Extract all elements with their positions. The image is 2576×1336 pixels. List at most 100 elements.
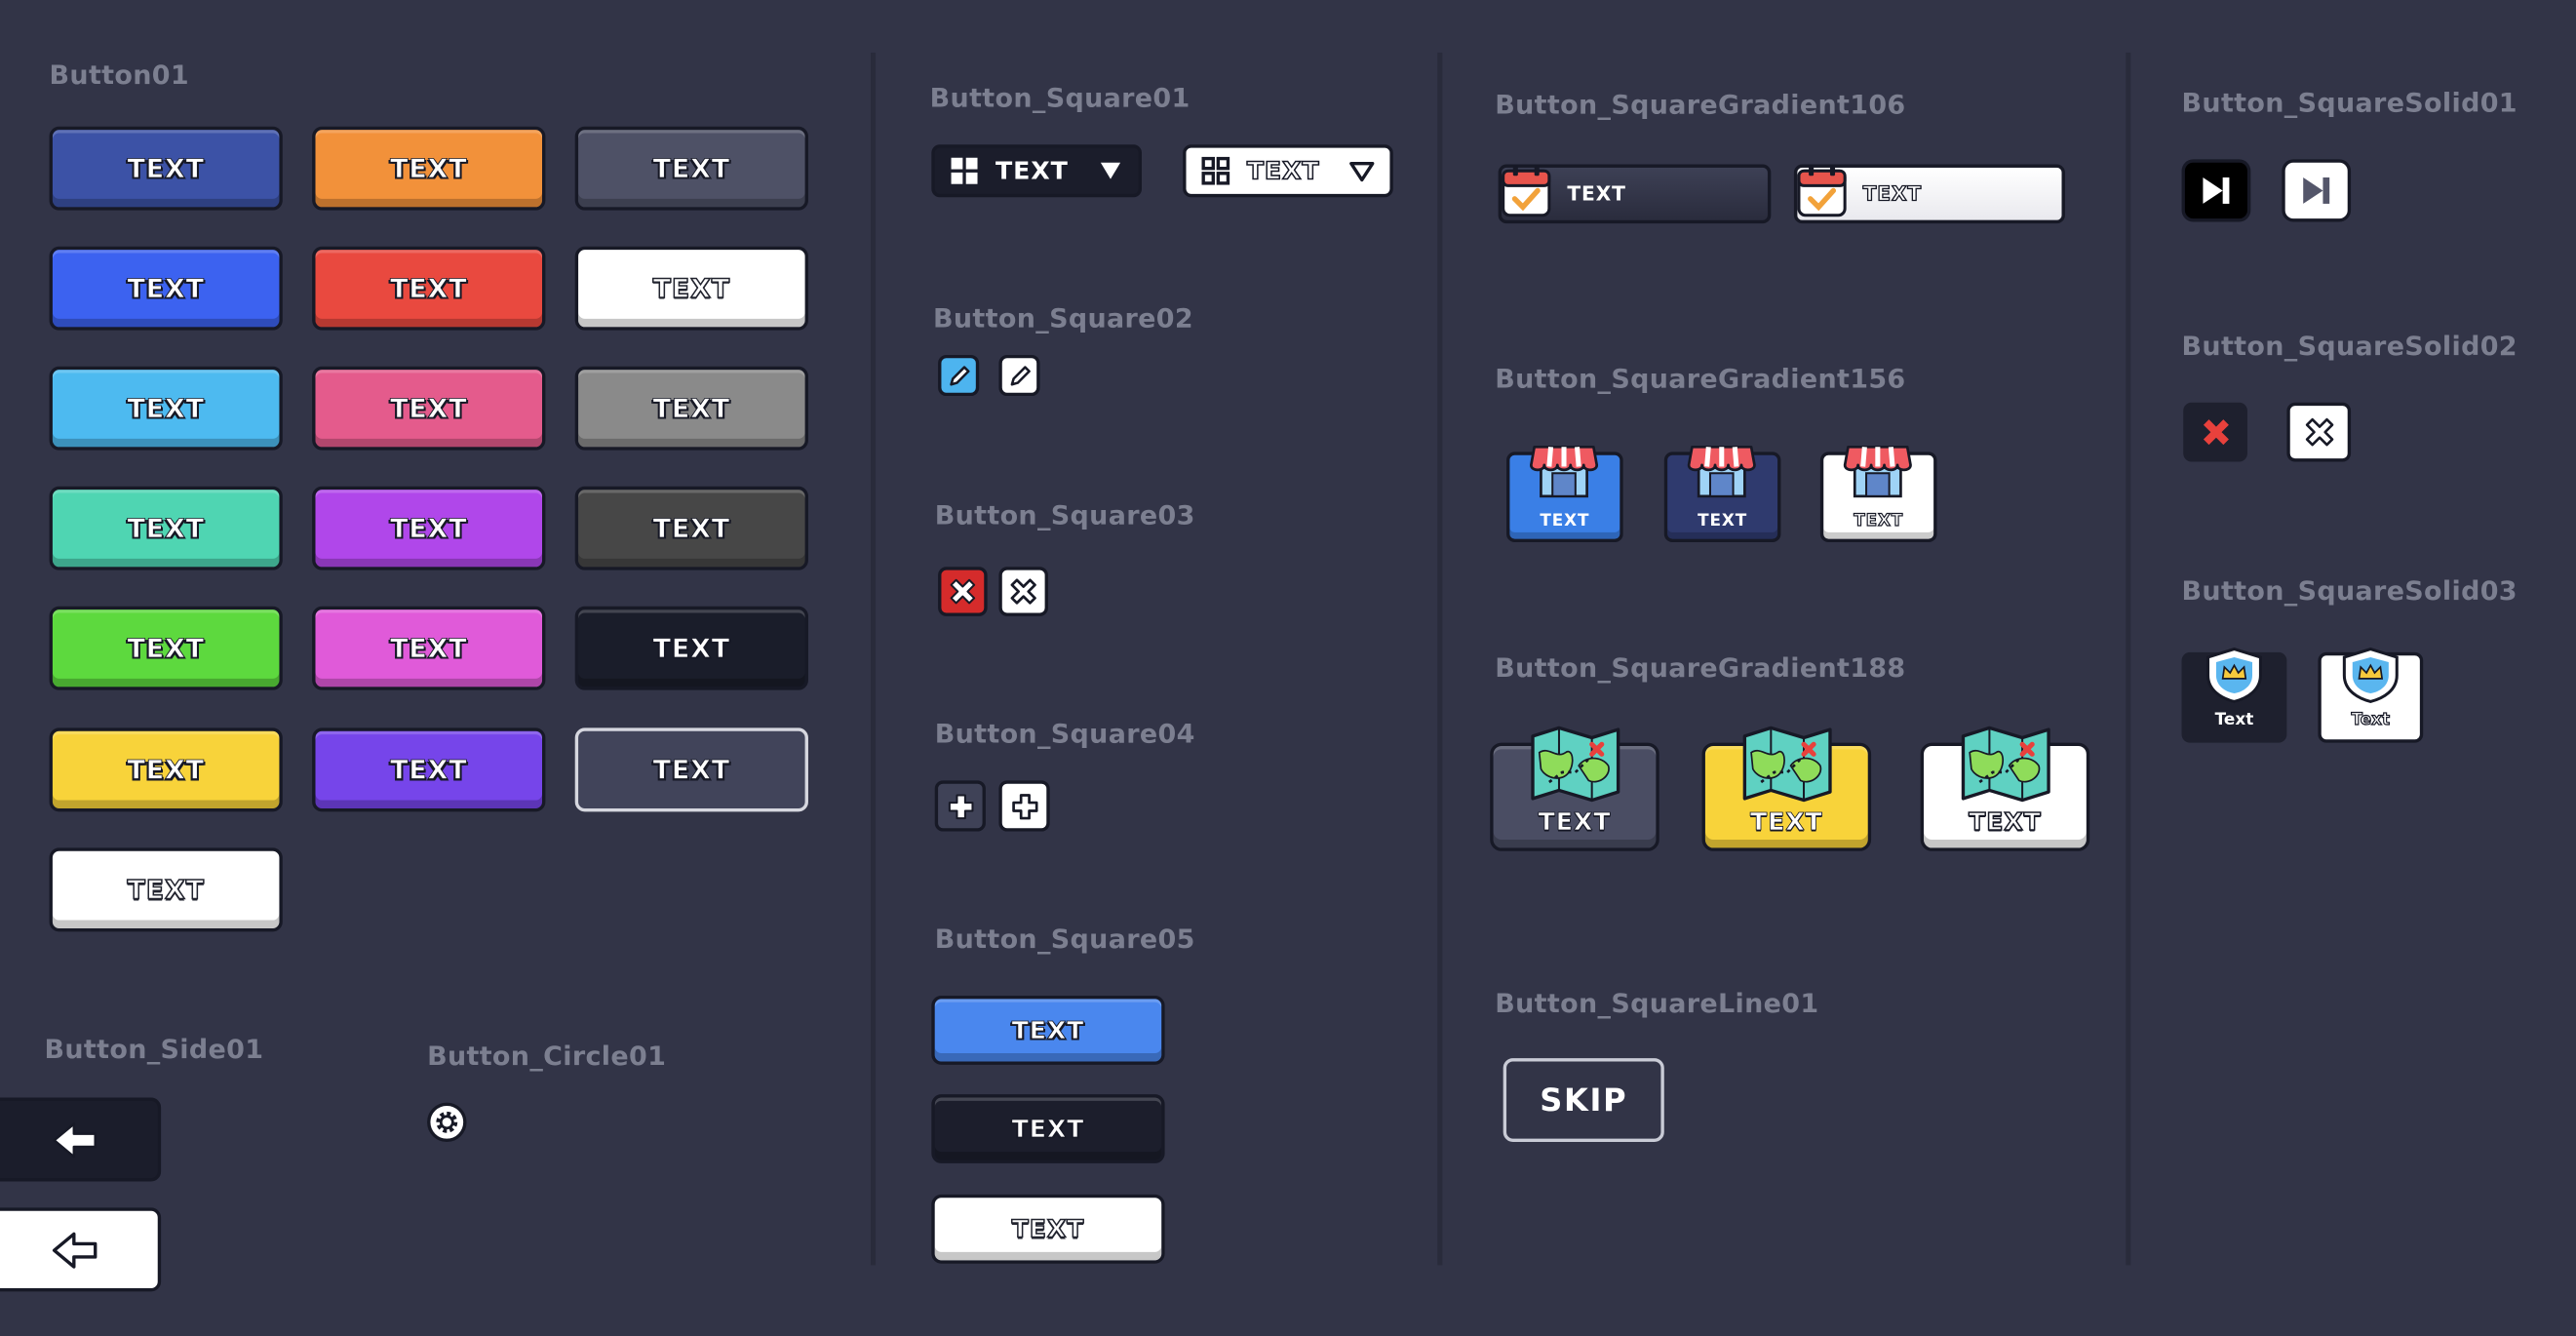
button-label: TEXT [390, 392, 468, 424]
close-button-solid-light[interactable] [2286, 402, 2352, 462]
close-button-red[interactable] [938, 567, 988, 616]
treasure-map-icon [1961, 726, 2050, 803]
button-label: TEXT [1862, 181, 1923, 206]
triangle-down-icon [1100, 162, 1121, 179]
button-label: TEXT [1567, 182, 1626, 206]
text-button-red[interactable]: TEXT [312, 246, 546, 331]
text-button-violet[interactable]: TEXT [312, 486, 546, 570]
skip-button[interactable]: SKIP [1503, 1058, 1664, 1143]
button-label: TEXT [652, 512, 731, 544]
shield-crown-icon [2205, 647, 2262, 704]
plus-icon [948, 793, 973, 819]
section-title-solid02: Button_SquareSolid02 [2181, 330, 2517, 362]
treasure-map-icon [1531, 726, 1620, 803]
text-button-white[interactable]: TEXT [49, 847, 283, 932]
text-button-sky[interactable]: TEXT [49, 366, 283, 451]
column-divider [1437, 52, 1443, 1266]
text-button-pink[interactable]: TEXT [312, 366, 546, 451]
skip-forward-icon [2303, 177, 2330, 204]
triangle-down-icon [1349, 161, 1375, 181]
section-title-circle01: Button_Circle01 [427, 1040, 667, 1072]
button-label: TEXT [127, 512, 205, 544]
grid-icon [1201, 156, 1230, 185]
text-button-white[interactable]: TEXT [931, 1194, 1165, 1264]
section-title-square03: Button_Square03 [934, 499, 1195, 531]
skip-forward-button-dark[interactable] [2181, 159, 2251, 222]
pencil-icon [949, 365, 969, 385]
section-title-solid03: Button_SquareSolid03 [2181, 574, 2517, 607]
skip-forward-button-light[interactable] [2282, 159, 2352, 222]
button-label: TEXT [390, 152, 468, 184]
button-label: TEXT [127, 754, 205, 786]
text-button-charcoal[interactable]: TEXT [574, 486, 808, 570]
dropdown-label: TEXT [995, 156, 1069, 186]
text-button-dark-navy[interactable]: TEXT [49, 126, 283, 211]
section-title-solid01: Button_SquareSolid01 [2181, 87, 2517, 119]
circle-settings-button[interactable] [427, 1102, 467, 1143]
button-label: TEXT [390, 754, 468, 786]
close-button-white[interactable] [998, 567, 1048, 616]
calendar-check-icon [1502, 166, 1551, 217]
side-back-button-dark[interactable] [0, 1097, 162, 1182]
close-button-solid-dark[interactable] [2183, 402, 2247, 462]
close-x-icon [2203, 419, 2229, 446]
button-label: TEXT [1011, 1213, 1085, 1244]
button-label: Text [2351, 711, 2391, 730]
button-label: TEXT [127, 392, 205, 424]
add-button-dark[interactable] [934, 780, 986, 832]
shop-icon-holder [1528, 437, 1600, 509]
section-title-button01: Button01 [49, 59, 190, 91]
text-button-orange[interactable]: TEXT [312, 126, 546, 211]
text-button-yellow[interactable]: TEXT [49, 727, 283, 812]
section-title-gradient156: Button_SquareGradient156 [1495, 363, 1906, 395]
edit-button-white[interactable] [998, 354, 1040, 397]
add-button-white[interactable] [998, 780, 1050, 832]
button-label: TEXT [390, 512, 468, 544]
edit-button-blue[interactable] [938, 354, 980, 397]
map-icon-holder [1526, 723, 1624, 811]
side-back-button-light[interactable] [0, 1207, 162, 1292]
shop-icon-holder [1686, 437, 1758, 509]
button-label: TEXT [127, 272, 205, 304]
column-divider [2126, 52, 2131, 1266]
text-button-black[interactable]: TEXT [574, 606, 808, 690]
treasure-map-icon [1742, 726, 1832, 803]
close-x-icon [2304, 417, 2333, 447]
text-button-outline[interactable]: TEXT [574, 727, 808, 812]
text-button-gray[interactable]: TEXT [574, 366, 808, 451]
text-button-magenta[interactable]: TEXT [312, 606, 546, 690]
section-title-line01: Button_SquareLine01 [1495, 987, 1819, 1019]
close-x-icon [950, 578, 976, 605]
grid-icon [951, 157, 978, 184]
dropdown-button-light[interactable]: TEXT [1183, 144, 1393, 198]
button-label: TEXT [127, 874, 205, 907]
shop-awning-icon [1843, 445, 1912, 498]
button-label: TEXT [652, 272, 731, 305]
button-label: TEXT [1540, 512, 1590, 531]
text-button-blue[interactable]: TEXT [49, 246, 283, 331]
plus-icon [1011, 793, 1037, 819]
text-button-dark[interactable]: TEXT [931, 1094, 1165, 1163]
button-label: Text [2214, 711, 2254, 730]
text-button-purple[interactable]: TEXT [312, 727, 546, 812]
text-button-green[interactable]: TEXT [49, 606, 283, 690]
section-title-side01: Button_Side01 [44, 1033, 264, 1065]
button-label: TEXT [390, 272, 468, 304]
button-label: TEXT [1698, 512, 1748, 531]
button-library-canvas: Button01 TEXT TEXT TEXT TEXT TEXT TEXT TEXT TEX… [0, 0, 2576, 1336]
text-button-white[interactable]: TEXT [574, 246, 808, 331]
text-button-slate[interactable]: TEXT [574, 126, 808, 211]
text-button-blue[interactable]: TEXT [931, 996, 1165, 1065]
text-button-teal[interactable]: TEXT [49, 486, 283, 570]
button-label: TEXT [652, 632, 731, 664]
map-icon-holder [1957, 723, 2055, 811]
button-label: TEXT [1854, 512, 1904, 531]
button-label: TEXT [652, 754, 731, 786]
arrow-left-icon [52, 1231, 98, 1268]
button-label: TEXT [127, 152, 205, 184]
dropdown-button-dark[interactable]: TEXT [931, 144, 1143, 198]
skip-label: SKIP [1540, 1081, 1628, 1119]
shop-awning-icon [1529, 445, 1599, 498]
shop-awning-icon [1687, 445, 1756, 498]
button-label: TEXT [127, 632, 205, 664]
